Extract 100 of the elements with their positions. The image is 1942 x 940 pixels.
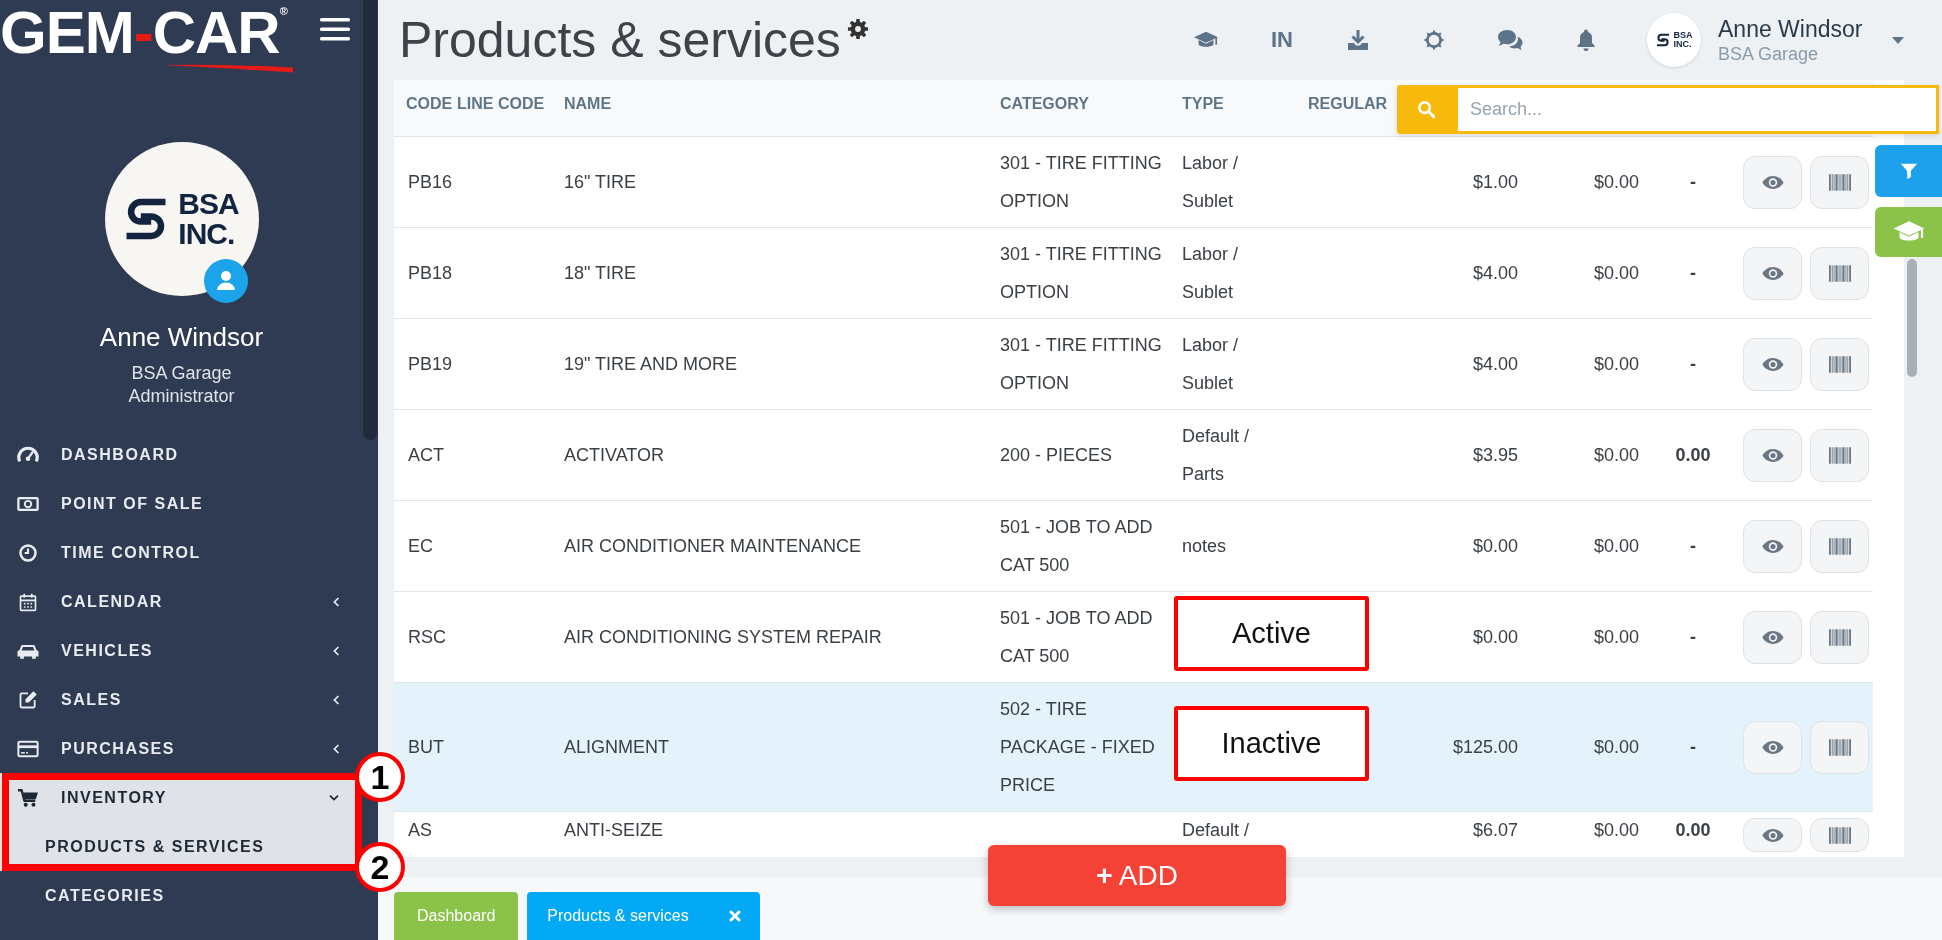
table-cell: $0.00: [1593, 354, 1639, 374]
table-cell: Labor / Sublet: [1182, 153, 1239, 211]
table-cell: -: [1690, 172, 1696, 192]
table-cell: $0.00: [1593, 263, 1639, 283]
barcode-icon: [1828, 738, 1851, 756]
table-cell: notes: [1182, 536, 1227, 556]
filter-icon: [1899, 162, 1918, 180]
sidebar-item[interactable]: PURCHASES: [0, 724, 355, 773]
table-cell: 301 - TIRE FITTING OPTION: [1000, 153, 1162, 211]
sun-icon[interactable]: [1421, 28, 1447, 52]
close-icon[interactable]: [728, 910, 741, 922]
column-header[interactable]: CATEGORY: [1000, 94, 1089, 112]
sidebar-item[interactable]: CALENDAR: [0, 577, 355, 626]
column-header[interactable]: CODE: [406, 94, 453, 112]
search-icon: [1416, 100, 1436, 119]
pencil-square-icon: [17, 689, 39, 710]
barcode-button[interactable]: [1810, 519, 1869, 573]
eye-icon: [1761, 739, 1784, 755]
table-cell: Labor / Sublet: [1182, 244, 1239, 302]
barcode-icon: [1828, 173, 1851, 191]
profile-name: Anne Windsor: [99, 322, 264, 353]
barcode-icon: [1828, 628, 1851, 646]
column-header[interactable]: REGULAR: [1308, 94, 1388, 112]
table-cell: ACT: [408, 445, 444, 465]
barcode-button[interactable]: [1810, 155, 1869, 209]
search-field[interactable]: Search...: [1455, 85, 1939, 134]
emblem-icon: [1655, 32, 1672, 48]
chat-icon[interactable]: [1497, 28, 1523, 52]
barcode-button[interactable]: [1810, 428, 1869, 482]
column-header[interactable]: NAME: [564, 94, 612, 112]
view-button[interactable]: [1743, 720, 1802, 774]
barcode-button[interactable]: [1810, 610, 1869, 664]
barcode-icon: [1828, 826, 1851, 844]
table-cell: -: [1690, 354, 1696, 374]
logo-text: INC.: [1673, 40, 1693, 49]
table-cell: ACTIVATOR: [564, 445, 664, 465]
view-button[interactable]: [1743, 519, 1802, 573]
scrollbar-thumb[interactable]: [363, 0, 377, 440]
barcode-icon: [1828, 355, 1851, 373]
table-cell: EC: [408, 536, 433, 556]
table-cell: PB19: [408, 354, 453, 374]
logo-text: BSA: [178, 189, 239, 219]
table-cell: -: [1690, 263, 1696, 283]
table-cell: -: [1690, 536, 1696, 556]
clock-icon: [17, 542, 39, 563]
table-cell: 16" TIRE: [564, 172, 637, 192]
gear-icon[interactable]: [846, 18, 869, 40]
submenu-item[interactable]: CATEGORIES: [0, 871, 355, 920]
table-cell: $0.00: [1593, 172, 1639, 192]
sidebar-item[interactable]: SALES: [0, 675, 355, 724]
menu-icon[interactable]: [320, 17, 350, 42]
view-button[interactable]: [1743, 155, 1802, 209]
barcode-button[interactable]: [1810, 246, 1869, 300]
logo-text: INC.: [178, 219, 236, 249]
filter-button[interactable]: [1875, 145, 1942, 197]
chevron-left-icon: [332, 644, 340, 657]
eye-icon: [1761, 629, 1784, 645]
table-cell: $0.00: [1593, 820, 1639, 840]
column-header[interactable]: LINE CODE: [457, 94, 545, 112]
barcode-button[interactable]: [1810, 337, 1869, 391]
table-cell: 19" TIRE AND MORE: [564, 354, 738, 374]
table-cell: -: [1690, 627, 1696, 647]
view-button[interactable]: [1743, 246, 1802, 300]
download-icon[interactable]: [1345, 28, 1371, 52]
scrollbar-thumb[interactable]: [1907, 259, 1917, 377]
caret-icon[interactable]: [1892, 36, 1904, 44]
sidebar-item[interactable]: VEHICLES: [0, 626, 355, 675]
table-cell: BUT: [408, 737, 444, 757]
table-cell: $4.00: [1472, 263, 1518, 283]
eye-icon: [1761, 265, 1784, 281]
barcode-button[interactable]: [1810, 818, 1869, 852]
column-header[interactable]: TYPE: [1182, 94, 1224, 112]
logo-text: GEM: [0, 5, 134, 61]
chevron-left-icon: [332, 693, 340, 706]
table-cell: ANTI-SEIZE: [564, 820, 663, 840]
view-button[interactable]: [1743, 818, 1802, 852]
table-cell: AIR CONDITIONER MAINTENANCE: [564, 536, 862, 556]
avatar-circle[interactable]: BSA INC.: [1647, 13, 1701, 67]
profile-role: Administrator: [128, 385, 235, 408]
eye-icon: [1761, 827, 1784, 843]
table-cell: PB18: [408, 263, 453, 283]
table-cell: $0.00: [1472, 627, 1518, 647]
view-button[interactable]: [1743, 337, 1802, 391]
view-button[interactable]: [1743, 428, 1802, 482]
table-row[interactable]: BUT ALIGNMENT 502 - TIRE PACKAGE - FIXED PRICE Inactive $125.00 $0.00 -: [394, 683, 1873, 812]
logo-text: CAR$^{®}$: [152, 5, 288, 61]
table-cell: 301 - TIRE FITTING OPTION: [1000, 244, 1162, 302]
user-badge-icon[interactable]: [203, 259, 248, 303]
table-cell: $0.00: [1593, 536, 1639, 556]
sidebar-item[interactable]: POINT OF SALE: [0, 479, 355, 528]
barcode-button[interactable]: [1810, 720, 1869, 774]
add-button[interactable]: + ADD: [988, 845, 1286, 906]
credit-card-icon: [17, 738, 39, 759]
view-button[interactable]: [1743, 610, 1802, 664]
cart-icon: [17, 787, 39, 808]
language-button[interactable]: IN: [1271, 27, 1293, 53]
table-cell: 501 - JOB TO ADD CAT 500: [1000, 517, 1153, 575]
sidebar-item[interactable]: TIME CONTROL: [0, 528, 355, 577]
eye-icon: [1761, 447, 1784, 463]
sidebar-item[interactable]: DASHBOARD: [0, 430, 355, 479]
